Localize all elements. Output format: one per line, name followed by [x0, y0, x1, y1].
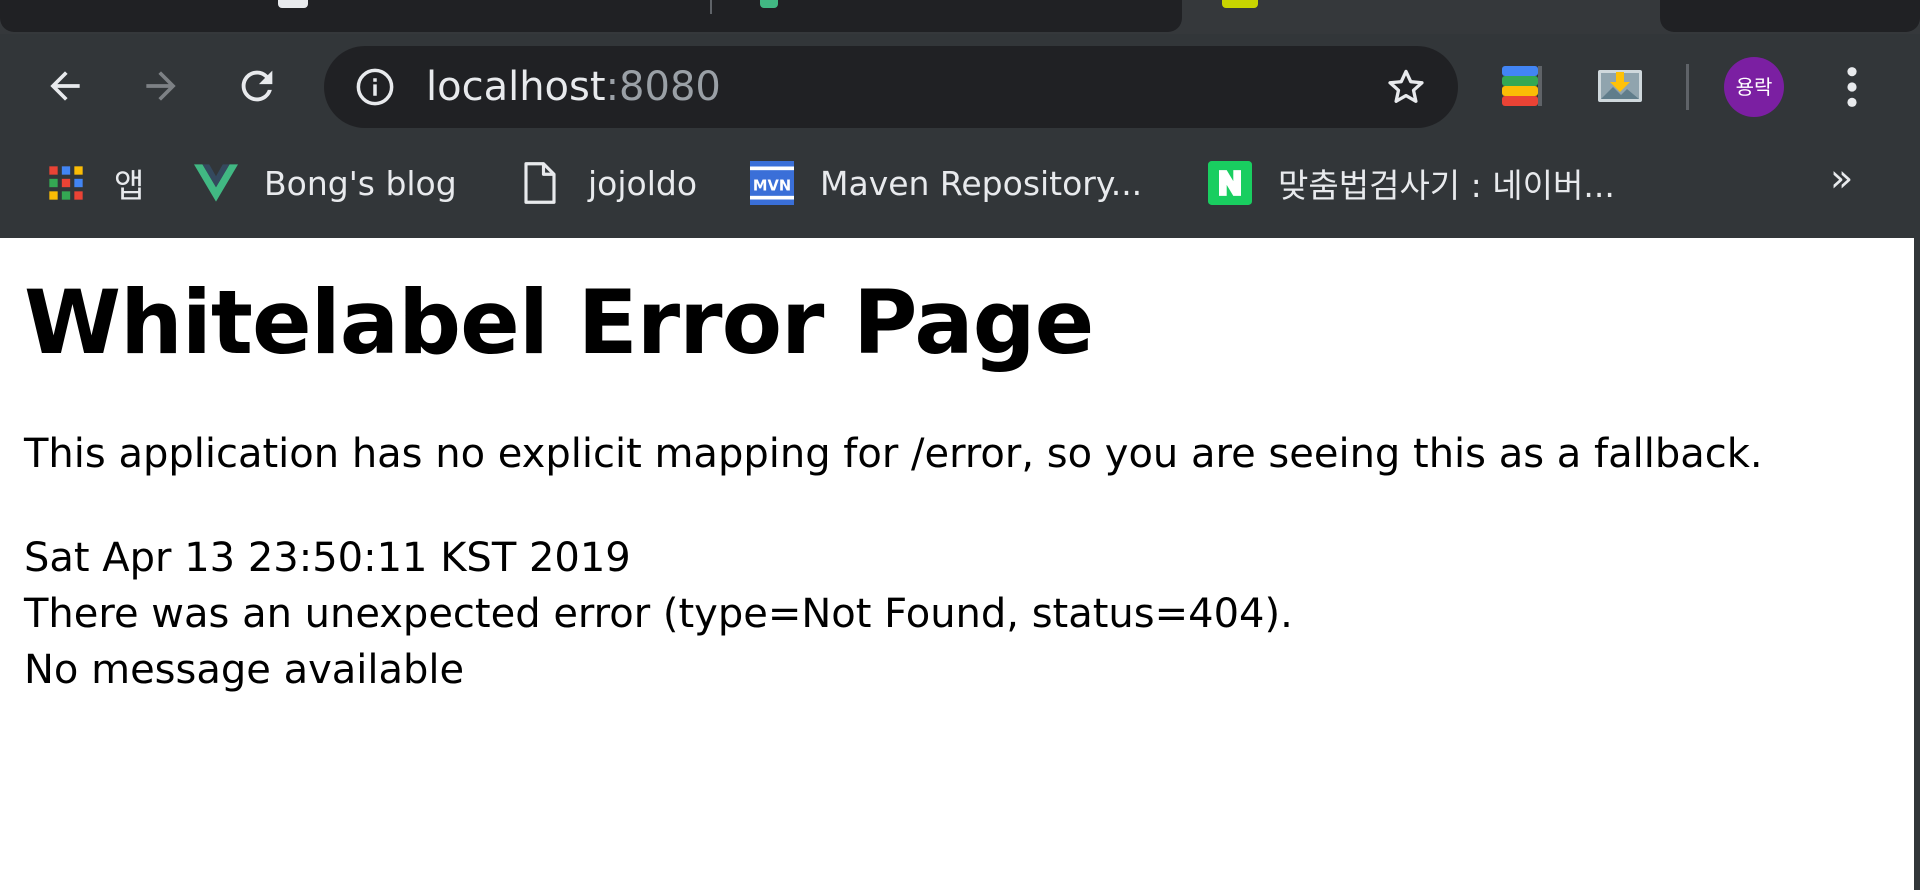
tab-inactive-left[interactable] [0, 0, 1182, 32]
bookmark-maven-repository[interactable]: MVN Maven Repository... [750, 158, 1142, 208]
back-arrow-icon [50, 71, 80, 101]
tab-favicon-partial [760, 0, 778, 8]
reload-icon [241, 70, 273, 102]
error-details: Sat Apr 13 23:50:11 KST 2019 There was a… [24, 530, 1884, 698]
url-text[interactable]: localhost:8080 [426, 46, 721, 128]
address-bar[interactable]: localhost:8080 [324, 46, 1458, 128]
vue-logo-icon [194, 161, 238, 205]
bookmark-label: Maven Repository... [820, 163, 1143, 203]
tab-strip [0, 0, 1920, 34]
url-host: localhost [426, 64, 606, 110]
bookmark-label: 앱 [114, 166, 145, 205]
bookmark-label: Bong's blog [264, 163, 457, 203]
bookmarks-bar: 앱 Bong's blog jojoldo MVN Maven Reposito… [0, 138, 1920, 228]
bookmark-label: 맞춤법검사기 : 네이버... [1278, 166, 1615, 205]
naver-logo-icon [1208, 161, 1252, 205]
page-content: Whitelabel Error Page This application h… [24, 238, 1884, 698]
page-icon [518, 161, 562, 205]
mvn-logo-icon: MVN [750, 161, 794, 205]
reload-button[interactable] [227, 56, 287, 116]
toolbar: localhost:8080 용락 [0, 34, 1920, 138]
page-title: Whitelabel Error Page [24, 271, 1094, 374]
bookmark-jojoldo[interactable]: jojoldo [518, 158, 697, 208]
tab-favicon-partial [278, 0, 308, 8]
image-download-extension-icon[interactable] [1596, 64, 1644, 108]
bookmark-label: jojoldo [588, 163, 698, 203]
bookmark-bongs-blog[interactable]: Bong's blog [194, 158, 457, 208]
tab-inactive-right[interactable] [1660, 0, 1920, 32]
stack-extension-icon[interactable] [1498, 64, 1546, 108]
toolbar-divider [1686, 64, 1689, 110]
forward-button[interactable] [131, 56, 191, 116]
error-timestamp: Sat Apr 13 23:50:11 KST 2019 [24, 535, 631, 581]
error-type-status: There was an unexpected error (type=Not … [24, 591, 1293, 637]
error-description: This application has no explicit mapping… [24, 431, 1763, 477]
bookmark-apps[interactable]: 앱 [44, 158, 144, 208]
url-port: :8080 [605, 64, 721, 110]
back-button[interactable] [35, 56, 95, 116]
tab-separator [710, 0, 712, 14]
window-frame-edge [1914, 238, 1920, 890]
apps-grid-icon [44, 161, 88, 205]
profile-avatar[interactable]: 용락 [1724, 57, 1784, 117]
active-tab-favicon-partial [1222, 0, 1258, 8]
more-menu-icon[interactable] [1834, 64, 1870, 110]
bookmarks-overflow-button[interactable]: » [1830, 156, 1853, 200]
info-icon[interactable] [354, 66, 396, 108]
svg-text:MVN: MVN [753, 177, 791, 194]
forward-arrow-icon [146, 71, 176, 101]
bookmark-star-icon[interactable] [1384, 65, 1428, 109]
error-message: No message available [24, 647, 465, 693]
browser-chrome: localhost:8080 용락 앱 Bong's blog jojoldo … [0, 0, 1920, 238]
bookmark-naver-spellcheck[interactable]: 맞춤법검사기 : 네이버... [1208, 158, 1615, 208]
